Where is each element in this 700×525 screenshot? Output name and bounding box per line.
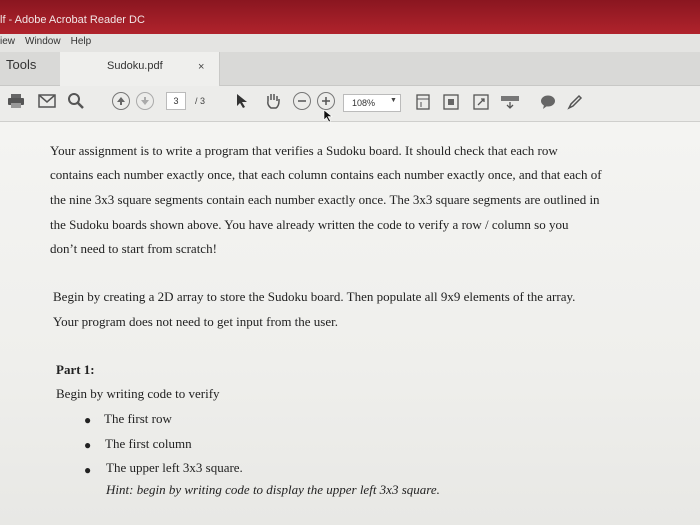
paragraph-2-line-1: Begin by creating a 2D array to store th…	[53, 289, 576, 304]
hint-text: Hint: begin by writing code to display t…	[106, 482, 440, 497]
window-title-bar: lf - Adobe Acrobat Reader DC	[0, 0, 700, 34]
bullet-icon: ●	[84, 413, 92, 427]
bullet-icon: ●	[84, 463, 92, 477]
paragraph-1-line-4: the Sudoku boards shown above. You have …	[50, 217, 569, 232]
part-1-intro: Begin by writing code to verify	[56, 386, 220, 401]
paragraph-2-line-2: Your program does not need to get input …	[53, 314, 338, 329]
next-page-icon[interactable]	[136, 92, 154, 110]
paragraph-1-line-1: Your assignment is to write a program th…	[50, 143, 558, 158]
window-title: lf - Adobe Acrobat Reader DC	[0, 14, 145, 26]
paragraph-1-line-2: contains each number exactly once, that …	[50, 167, 602, 182]
page-number-input[interactable]: 3	[166, 92, 186, 110]
tab-tools[interactable]: Tools	[0, 52, 60, 86]
zoom-out-icon[interactable]	[293, 92, 311, 110]
bullet-item-first-row: The first row	[104, 411, 172, 426]
bullet-item-first-column: The first column	[105, 436, 192, 451]
search-icon[interactable]	[66, 92, 86, 110]
tab-file-label: Sudoku.pdf	[107, 60, 163, 72]
tab-row: Tools Sudoku.pdf ×	[0, 52, 700, 86]
print-icon[interactable]	[6, 92, 26, 110]
rotate-view-icon[interactable]	[442, 92, 460, 112]
keyboard-icon[interactable]	[499, 93, 521, 111]
previous-page-icon[interactable]	[112, 92, 130, 110]
menu-help[interactable]: Help	[71, 36, 92, 52]
email-icon[interactable]	[38, 93, 56, 109]
paragraph-1-line-5: don’t need to start from scratch!	[50, 241, 217, 256]
full-screen-icon[interactable]	[472, 92, 490, 112]
bullet-icon: ●	[84, 438, 92, 452]
hand-tool-icon[interactable]	[263, 91, 283, 111]
draw-pen-icon[interactable]	[566, 93, 584, 111]
zoom-dropdown-icon[interactable]: ▼	[390, 97, 397, 104]
paragraph-1-line-3: the nine 3x3 square segments contain eac…	[50, 192, 600, 207]
close-tab-icon[interactable]: ×	[198, 61, 204, 73]
select-tool-icon[interactable]	[234, 92, 250, 110]
fit-page-icon[interactable]	[414, 92, 432, 112]
bullet-item-upper-left-square: The upper left 3x3 square.	[106, 460, 243, 475]
comment-icon[interactable]	[539, 93, 557, 111]
tab-sudoku-pdf[interactable]: Sudoku.pdf	[60, 52, 220, 86]
menu-window[interactable]: Window	[25, 36, 61, 52]
menu-bar: iew Window Help	[0, 34, 700, 52]
part-1-heading: Part 1:	[56, 362, 95, 377]
page-total: / 3	[195, 96, 206, 106]
menu-view[interactable]: iew	[0, 36, 15, 52]
